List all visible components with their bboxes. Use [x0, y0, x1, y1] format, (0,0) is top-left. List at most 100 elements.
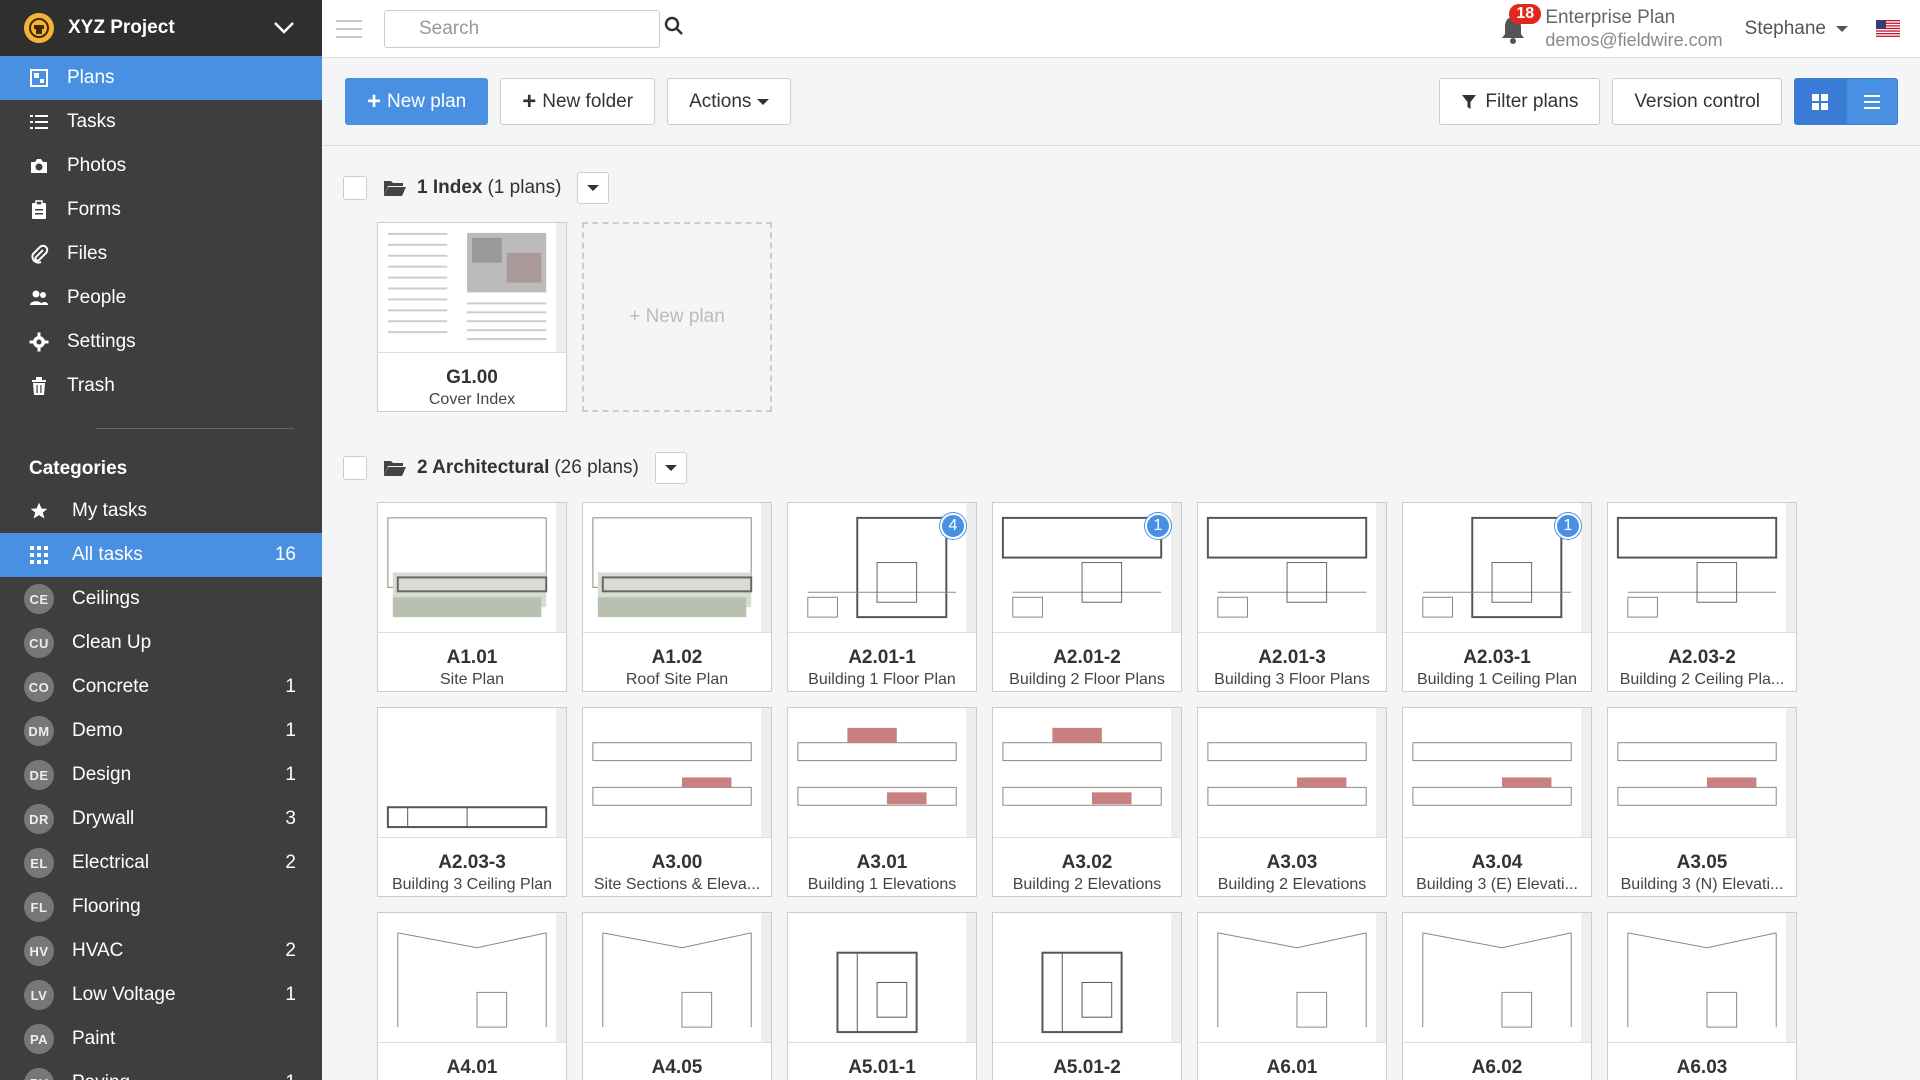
- plan-thumbnail: [1198, 913, 1386, 1043]
- plan-card[interactable]: A3.03 Building 2 Elevations: [1197, 707, 1387, 897]
- caret-down-icon: [1836, 25, 1848, 32]
- category-paving[interactable]: PV Paving1: [0, 1061, 322, 1080]
- plan-card[interactable]: A3.00 Site Sections & Eleva...: [582, 707, 772, 897]
- category-flooring[interactable]: FL Flooring: [0, 885, 322, 929]
- nav-item-plans[interactable]: Plans: [0, 56, 322, 100]
- filter-icon: [1462, 94, 1477, 109]
- category-design[interactable]: DE Design 1: [0, 753, 322, 797]
- category-ceilings[interactable]: CE Ceilings: [0, 577, 322, 621]
- plan-grid: G1.00 Cover Index + New plan: [343, 222, 1920, 427]
- plan-card[interactable]: G1.00 Cover Index: [377, 222, 567, 412]
- plan-number: A6.02: [1471, 1057, 1523, 1078]
- nav-item-label: Files: [67, 243, 108, 264]
- notifications-button[interactable]: 18: [1499, 3, 1542, 44]
- folder-checkbox[interactable]: [343, 456, 367, 480]
- categories-title: Categories: [29, 458, 128, 479]
- caret-down-icon: [757, 98, 770, 105]
- category-badge: CE: [24, 584, 54, 614]
- plan-card[interactable]: A2.03-2 Building 2 Ceiling Pla...: [1607, 502, 1797, 692]
- search-icon[interactable]: [664, 16, 684, 41]
- plan-card[interactable]: A3.01 Building 1 Elevations: [787, 707, 977, 897]
- us-flag-icon[interactable]: [1876, 20, 1900, 37]
- sidebar: XYZ Project Plans Tasks Photos Forms Files Pe…: [0, 0, 322, 1080]
- account-email: demos@fieldwire.com: [1545, 29, 1723, 50]
- category-label: Low Voltage: [72, 984, 176, 1005]
- nav-item-tasks[interactable]: Tasks: [0, 100, 322, 144]
- plan-card[interactable]: A5.01-2Enlarged Plans Restr...: [992, 912, 1182, 1080]
- list-view-button[interactable]: [1846, 78, 1898, 125]
- category-all-tasks[interactable]: All tasks 16: [0, 533, 322, 577]
- new-folder-button[interactable]: + New folder: [500, 78, 656, 125]
- category-concrete[interactable]: CO Concrete 1: [0, 665, 322, 709]
- plan-card[interactable]: A4.01Building 1 Wall Secti...: [377, 912, 567, 1080]
- actions-button[interactable]: Actions: [667, 78, 792, 125]
- category-electrical[interactable]: EL Electrical 2: [0, 841, 322, 885]
- plan-title: Building 3 Ceiling Plan: [391, 876, 553, 893]
- plan-card[interactable]: A5.01-1Building 1 Enlarged P...: [787, 912, 977, 1080]
- grid-view-button[interactable]: [1794, 78, 1846, 125]
- category-low-voltage[interactable]: LV Low Voltage 1: [0, 973, 322, 1017]
- category-drywall[interactable]: DR Drywall 3: [0, 797, 322, 841]
- folder-open-icon: [384, 181, 406, 196]
- folder-menu-button[interactable]: [654, 452, 687, 484]
- plan-card[interactable]: A3.05 Building 3 (N) Elevati...: [1607, 707, 1797, 897]
- folder-name[interactable]: 2 Architectural: [417, 457, 549, 479]
- plan-card[interactable]: 1 A2.03-1 Building 1 Ceiling Plan: [1402, 502, 1592, 692]
- version-control-button[interactable]: Version control: [1612, 78, 1782, 125]
- plan-card[interactable]: A3.04 Building 3 (E) Elevati...: [1402, 707, 1592, 897]
- top-bar: 18 Enterprise Plan demos@fieldwire.com S…: [322, 0, 1920, 58]
- nav-item-trash[interactable]: Trash: [0, 364, 322, 408]
- filter-plans-button[interactable]: Filter plans: [1439, 78, 1601, 125]
- nav-item-label: People: [67, 287, 127, 308]
- folder-header: 2 Architectural (26 plans): [343, 448, 1920, 488]
- plan-card[interactable]: A3.02 Building 2 Elevations: [992, 707, 1182, 897]
- plan-number: A4.01: [446, 1057, 498, 1078]
- plan-card[interactable]: 4 A2.01-1 Building 1 Floor Plan: [787, 502, 977, 692]
- new-plan-placeholder[interactable]: + New plan: [582, 222, 772, 412]
- category-label: HVAC: [72, 940, 124, 961]
- plan-title: Building 1 Elevations: [807, 876, 957, 893]
- user-menu[interactable]: Stephane: [1745, 18, 1848, 40]
- plan-card[interactable]: A6.01Building 1 Int. Elevati...: [1197, 912, 1387, 1080]
- plan-card[interactable]: A6.03Building 1 Int. Elevati...: [1607, 912, 1797, 1080]
- project-switcher[interactable]: XYZ Project: [0, 0, 322, 56]
- folder-name[interactable]: 1 Index: [417, 177, 482, 199]
- plan-card[interactable]: A2.01-3 Building 3 Floor Plans: [1197, 502, 1387, 692]
- category-badge: DR: [24, 804, 54, 834]
- category-clean-up[interactable]: CU Clean Up: [0, 621, 322, 665]
- category-badge: LV: [24, 980, 54, 1010]
- new-plan-button[interactable]: + New plan: [345, 78, 489, 125]
- list-view-icon: [1864, 94, 1880, 109]
- hamburger-menu-icon[interactable]: [336, 19, 362, 38]
- plan-thumbnail: [583, 913, 771, 1043]
- plan-card[interactable]: A6.02Building 1 Int. Elevati...: [1402, 912, 1592, 1080]
- category-label: All tasks: [72, 544, 143, 565]
- plan-card[interactable]: A1.01 Site Plan: [377, 502, 567, 692]
- plan-number: A3.03: [1266, 852, 1318, 873]
- category-list: CE Ceilings CU Clean Up CO Concrete 1 DM Demo 1 DE…: [0, 577, 322, 1080]
- plan-card[interactable]: A1.02 Roof Site Plan: [582, 502, 772, 692]
- category-badge: DE: [24, 760, 54, 790]
- nav-item-label: Trash: [67, 375, 115, 396]
- nav-item-people[interactable]: People: [0, 276, 322, 320]
- folder-checkbox[interactable]: [343, 176, 367, 200]
- category-hvac[interactable]: HV HVAC 2: [0, 929, 322, 973]
- nav-item-settings[interactable]: Settings: [0, 320, 322, 364]
- plan-task-badge: 1: [1145, 513, 1171, 539]
- plan-title: Building 3 (N) Elevati...: [1620, 876, 1784, 893]
- nav-item-photos[interactable]: Photos: [0, 144, 322, 188]
- category-demo[interactable]: DM Demo 1: [0, 709, 322, 753]
- caret-down-icon: [587, 185, 600, 191]
- category-my-tasks[interactable]: My tasks: [0, 489, 322, 533]
- chevron-down-icon[interactable]: [270, 14, 298, 42]
- nav-item-forms[interactable]: Forms: [0, 188, 322, 232]
- plan-thumbnail: [788, 708, 976, 838]
- plan-card[interactable]: 1 A2.01-2 Building 2 Floor Plans: [992, 502, 1182, 692]
- nav-item-files[interactable]: Files: [0, 232, 322, 276]
- search-input[interactable]: [419, 17, 664, 40]
- category-paint[interactable]: PA Paint: [0, 1017, 322, 1061]
- top-right: 18 Enterprise Plan demos@fieldwire.com S…: [1499, 0, 1920, 57]
- plan-card[interactable]: A2.03-3 Building 3 Ceiling Plan: [377, 707, 567, 897]
- folder-menu-button[interactable]: [577, 172, 610, 204]
- plan-card[interactable]: A4.05Building 3 Wall Secti...: [582, 912, 772, 1080]
